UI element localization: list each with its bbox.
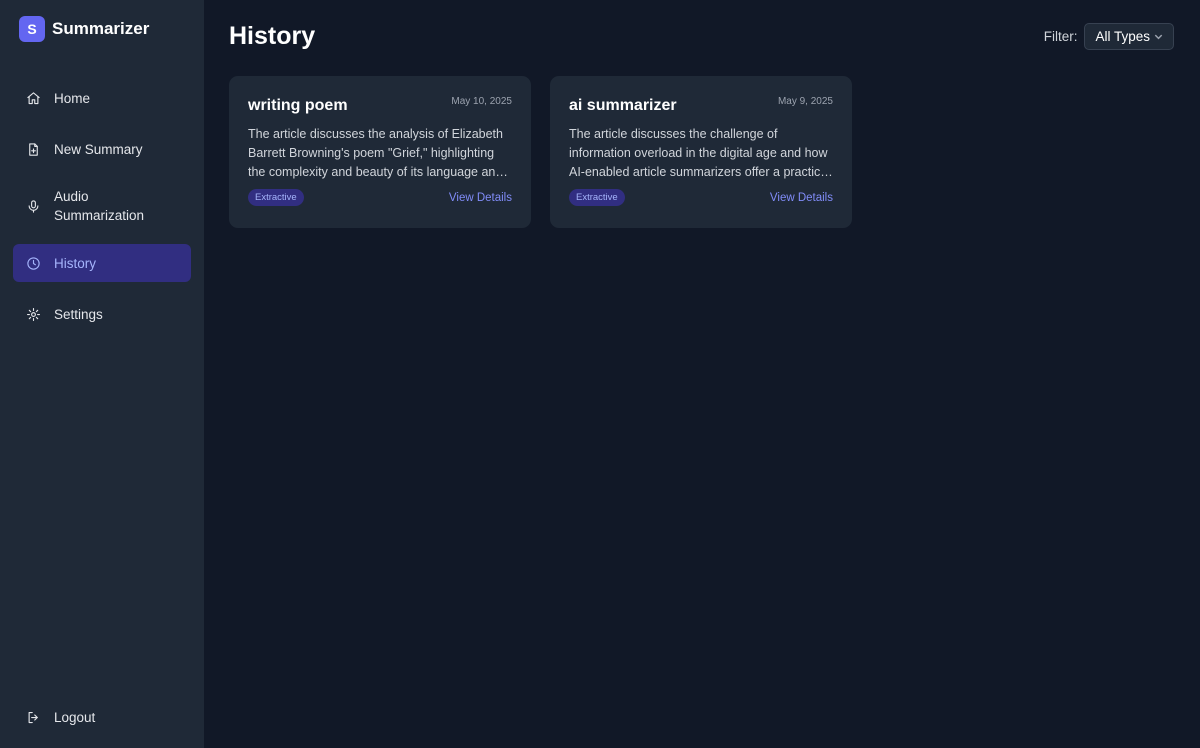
sidebar-item-home[interactable]: Home bbox=[13, 79, 191, 117]
app-root: S Summarizer Home New Summary Audio Summ… bbox=[0, 0, 1200, 748]
history-card[interactable]: ai summarizer May 9, 2025 The article di… bbox=[550, 76, 852, 228]
sidebar-item-settings[interactable]: Settings bbox=[13, 295, 191, 333]
sidebar-nav: Home New Summary Audio Summarization His… bbox=[13, 79, 191, 333]
logout-button[interactable]: Logout bbox=[13, 698, 191, 736]
filter: Filter: All Types bbox=[1044, 23, 1174, 50]
logout-label: Logout bbox=[54, 709, 96, 725]
view-details-link[interactable]: View Details bbox=[770, 192, 833, 204]
card-date: May 10, 2025 bbox=[451, 96, 512, 107]
history-card-list: writing poem May 10, 2025 The article di… bbox=[229, 76, 852, 228]
card-title: writing poem bbox=[248, 97, 348, 114]
sidebar-item-new-summary[interactable]: New Summary bbox=[13, 130, 191, 168]
sidebar-item-history[interactable]: History bbox=[13, 244, 191, 282]
logout-icon bbox=[26, 710, 41, 725]
chevron-down-icon bbox=[1154, 34, 1163, 40]
brand[interactable]: S Summarizer bbox=[19, 16, 149, 42]
gear-icon bbox=[26, 307, 41, 322]
brand-logo: S bbox=[19, 16, 45, 42]
summary-type-badge: Extractive bbox=[569, 189, 625, 206]
sidebar-item-audio-summarization[interactable]: Audio Summarization bbox=[13, 181, 191, 231]
sidebar-item-label: Settings bbox=[54, 306, 103, 322]
brand-name: Summarizer bbox=[52, 19, 150, 38]
page-title: History bbox=[229, 22, 316, 50]
sidebar-item-label: Audio Summarization bbox=[54, 189, 145, 223]
card-summary-text: The article discusses the analysis of El… bbox=[248, 127, 503, 179]
card-date: May 9, 2025 bbox=[777, 96, 833, 107]
filter-selected-value: All Types bbox=[1095, 29, 1150, 44]
sidebar-item-label: History bbox=[54, 255, 97, 271]
sidebar-item-label: New Summary bbox=[54, 141, 143, 157]
view-details-link[interactable]: View Details bbox=[449, 192, 512, 204]
clock-icon bbox=[26, 256, 41, 271]
microphone-icon bbox=[26, 199, 41, 214]
file-plus-icon bbox=[26, 142, 41, 157]
card-summary-text: The article discusses the challenge of i… bbox=[569, 127, 830, 179]
main-content: History Filter: All Types writing poem M… bbox=[204, 0, 1200, 748]
sidebar: S Summarizer Home New Summary Audio Summ… bbox=[0, 0, 204, 748]
summary-type-badge: Extractive bbox=[248, 189, 304, 206]
home-icon bbox=[26, 91, 41, 106]
filter-label: Filter: bbox=[1043, 29, 1078, 44]
filter-type-select[interactable]: All Types bbox=[1084, 23, 1174, 50]
card-title: ai summarizer bbox=[569, 97, 677, 114]
sidebar-item-label: Home bbox=[54, 90, 91, 106]
history-card[interactable]: writing poem May 10, 2025 The article di… bbox=[229, 76, 531, 228]
